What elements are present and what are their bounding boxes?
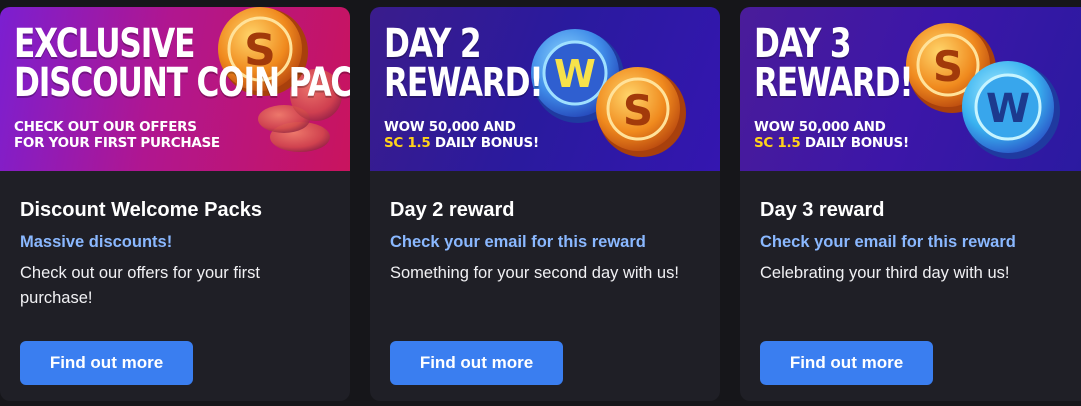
banner-subtext: WOW 50,000 AND SC 1.5 DAILY BONUS! — [754, 119, 909, 151]
coin-s-label: S — [623, 86, 653, 135]
banner-headline: EXCLUSIVE DISCOUNT COIN PACKS — [14, 21, 350, 106]
find-out-more-button[interactable]: Find out more — [760, 341, 933, 385]
banner-subtext: CHECK OUT OUR OFFERS FOR YOUR FIRST PURC… — [14, 119, 220, 151]
reward-coins-icon: S W — [906, 23, 1060, 159]
promo-card-day-3[interactable]: S W DAY 3 REWARD! WOW 50,000 AND SC 1.5 … — [740, 7, 1081, 401]
card-description: Something for your second day with us! — [390, 264, 679, 282]
find-out-more-button[interactable]: Find out more — [390, 341, 563, 385]
reward-coins-icon: W S — [531, 29, 686, 157]
promo-banner[interactable]: S W DAY 3 REWARD! WOW 50,000 AND SC 1.5 … — [740, 7, 1081, 171]
banner-headline: DAY 2 REWARD! — [384, 21, 544, 106]
card-tagline: Massive discounts! — [20, 233, 173, 251]
card-tagline: Check your email for this reward — [390, 233, 646, 251]
card-description: Celebrating your third day with us! — [760, 264, 1010, 282]
banner-subtext: WOW 50,000 AND SC 1.5 DAILY BONUS! — [384, 119, 539, 151]
promo-card-welcome-packs[interactable]: S EXCLUSIVE DISCOUNT COIN PACKS CHECK OU… — [0, 7, 350, 401]
promo-banner[interactable]: S EXCLUSIVE DISCOUNT COIN PACKS CHECK OU… — [0, 7, 350, 171]
banner-headline: DAY 3 REWARD! — [754, 21, 914, 106]
coin-w-label: W — [986, 86, 1030, 132]
promo-card-day-2[interactable]: W S DAY 2 REWARD! WOW 50,000 AND SC 1.5 … — [370, 7, 720, 401]
coin-w-label: W — [554, 52, 596, 96]
card-title: Day 3 reward — [760, 199, 885, 221]
card-description: Check out our offers for your first purc… — [20, 264, 260, 307]
card-title: Discount Welcome Packs — [20, 199, 262, 221]
card-tagline: Check your email for this reward — [760, 233, 1016, 251]
coin-s-label: S — [933, 42, 963, 91]
promo-banner[interactable]: W S DAY 2 REWARD! WOW 50,000 AND SC 1.5 … — [370, 7, 720, 171]
card-title: Day 2 reward — [390, 199, 515, 221]
find-out-more-button[interactable]: Find out more — [20, 341, 193, 385]
promo-card-row: S EXCLUSIVE DISCOUNT COIN PACKS CHECK OU… — [0, 0, 1081, 406]
